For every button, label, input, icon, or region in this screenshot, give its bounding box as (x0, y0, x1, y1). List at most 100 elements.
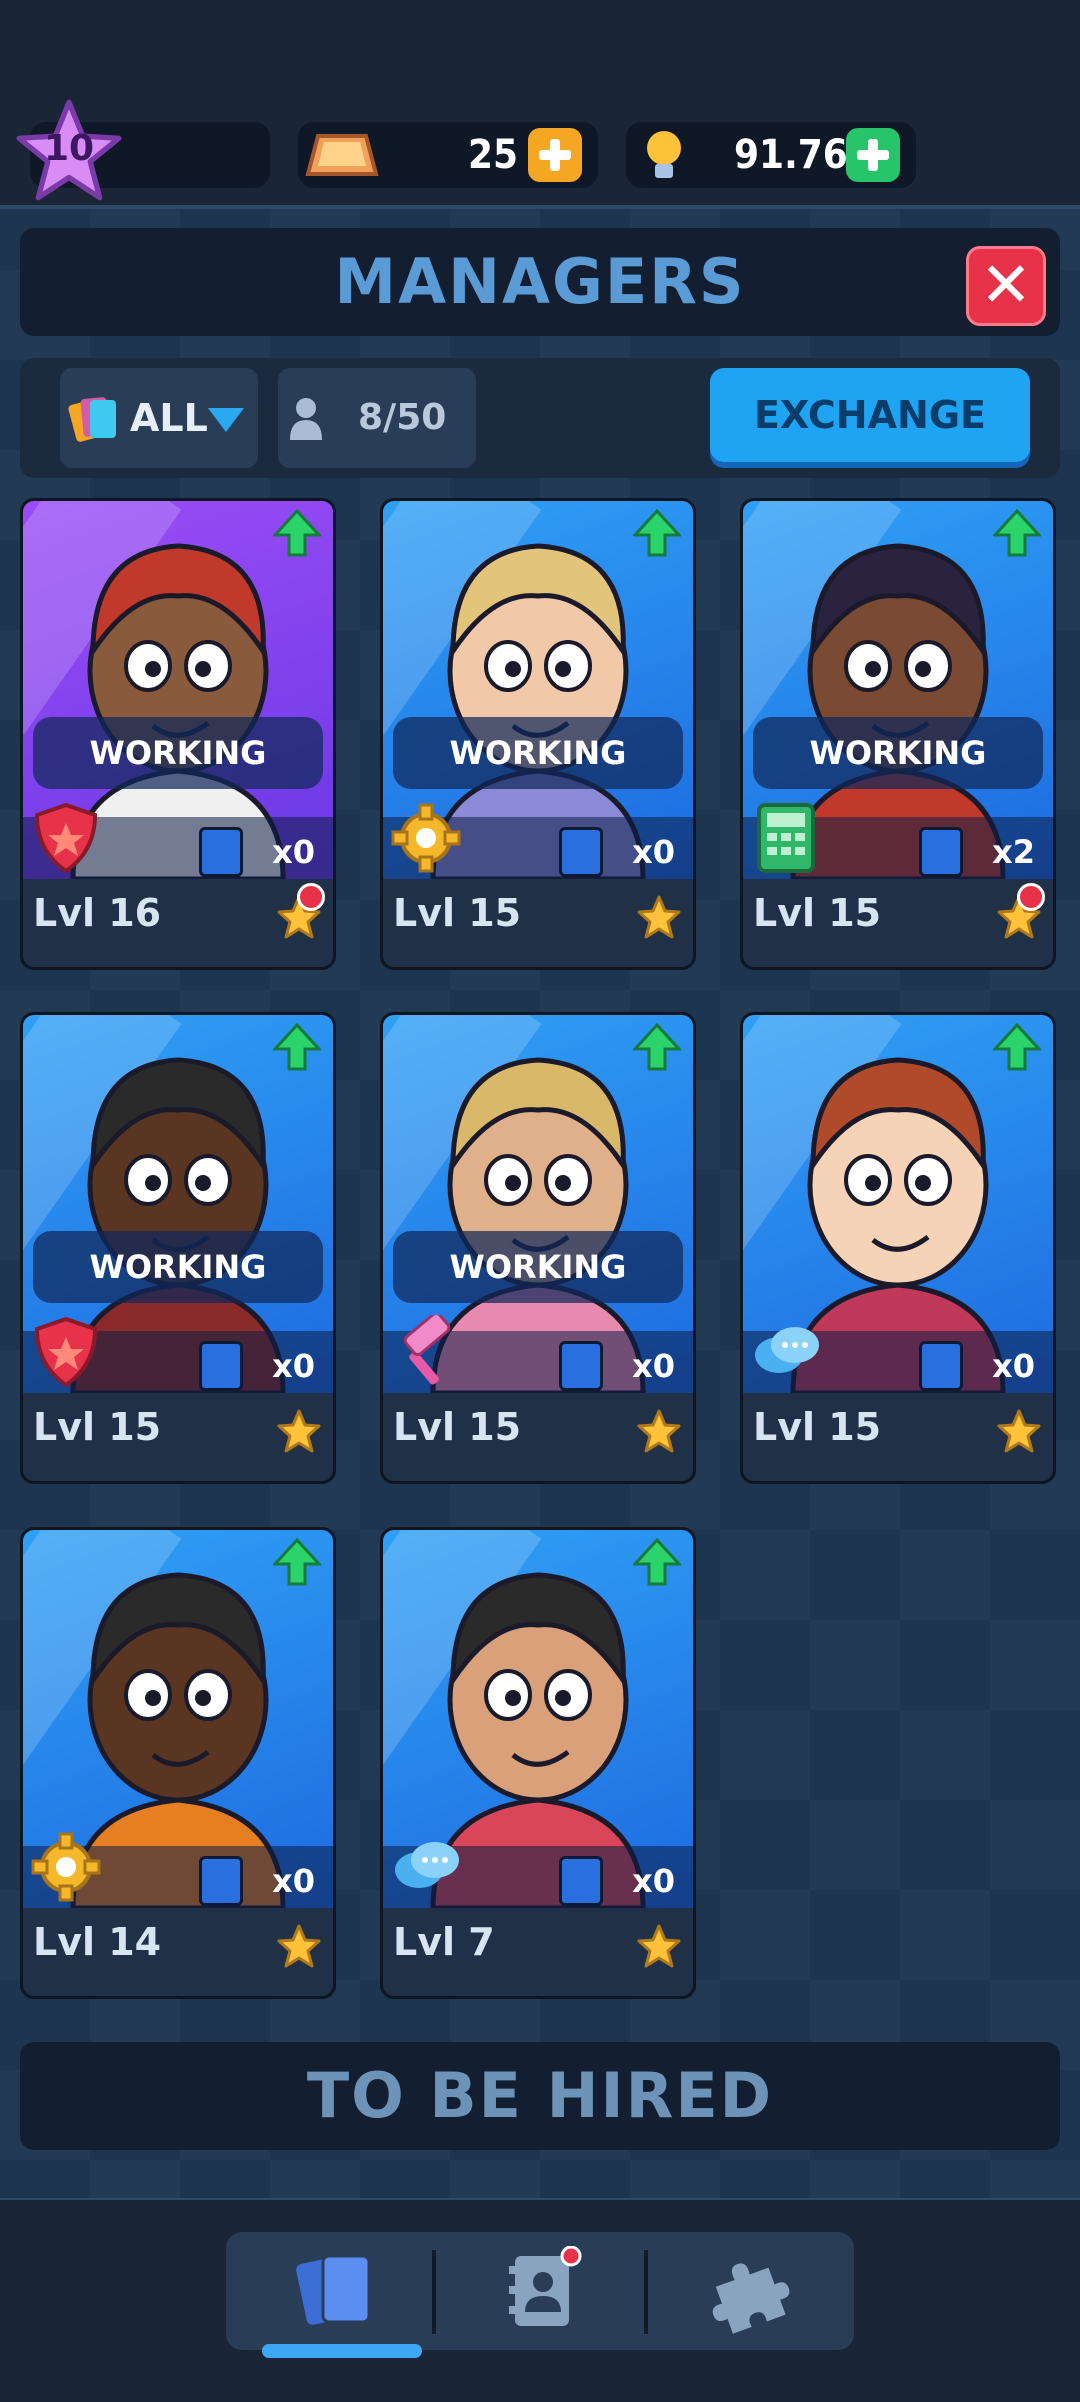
upgrade-arrow-icon[interactable] (273, 1538, 321, 1586)
manager-card[interactable]: x0 Lvl 7 (380, 1527, 696, 1999)
tab-group (226, 2232, 854, 2358)
notification-dot (560, 2246, 582, 2267)
chevron-down-icon (208, 408, 244, 432)
upgrade-arrow-icon[interactable] (273, 509, 321, 557)
star-icon (277, 1409, 321, 1453)
manager-portrait: WORKING x0 (383, 501, 693, 936)
manager-copies: x0 (632, 1347, 675, 1385)
mini-portrait-icon (919, 1341, 963, 1391)
mini-portrait-icon (199, 1341, 243, 1391)
to-be-hired-title: TO BE HIRED (306, 2059, 774, 2132)
upgrade-arrow-icon[interactable] (633, 1538, 681, 1586)
upgrade-arrow-icon[interactable] (633, 509, 681, 557)
gear-icon (391, 803, 461, 873)
star-icon (277, 1924, 321, 1968)
tab-contacts[interactable] (446, 2232, 636, 2350)
manager-portrait: WORKING x0 (23, 501, 333, 936)
shield-icon (34, 1316, 98, 1388)
manager-portrait: WORKING x0 (383, 1015, 693, 1450)
manager-copies: x0 (992, 1347, 1035, 1385)
cards-tab-icon (296, 2254, 371, 2325)
manager-level: Lvl 15 (393, 1405, 522, 1449)
mini-portrait-icon (559, 1856, 603, 1906)
manager-copies: x2 (992, 833, 1035, 871)
manager-copies: x0 (632, 1862, 675, 1900)
gear-icon (31, 1832, 101, 1902)
manager-level: Lvl 15 (753, 1405, 882, 1449)
mini-portrait-icon (559, 1341, 603, 1391)
upgrade-arrow-icon[interactable] (993, 509, 1041, 557)
manager-card[interactable]: WORKING x0 Lvl 16 (20, 498, 336, 970)
manager-count: 8/50 (278, 368, 476, 468)
manager-card[interactable]: WORKING x0 Lvl 15 (380, 498, 696, 970)
calculator-icon (757, 803, 815, 873)
manager-level: Lvl 15 (753, 891, 882, 935)
manager-card[interactable]: WORKING x0 Lvl 15 (20, 1012, 336, 1484)
manager-copies: x0 (272, 833, 315, 871)
tab-cards[interactable] (240, 2232, 430, 2358)
cards-filter-icon (68, 397, 116, 442)
notification-dot (1017, 883, 1045, 911)
puzzle-tab-icon (712, 2263, 790, 2334)
manager-portrait: x0 (743, 1015, 1053, 1450)
upgrade-arrow-icon[interactable] (273, 1023, 321, 1071)
active-tab-indicator (262, 2344, 422, 2358)
manager-card[interactable]: WORKING x2 Lvl 15 (740, 498, 1056, 970)
person-icon (290, 398, 322, 440)
manager-level: Lvl 16 (33, 891, 162, 935)
close-button[interactable]: ✕ (966, 246, 1046, 326)
tab-puzzle[interactable] (654, 2232, 844, 2350)
star-icon (637, 1924, 681, 1968)
contacts-tab-icon (509, 2246, 582, 2326)
upgrade-arrow-icon[interactable] (993, 1023, 1041, 1071)
add-ideas-button[interactable] (846, 128, 900, 182)
manager-copies: x0 (272, 1862, 315, 1900)
working-status: WORKING (753, 717, 1043, 789)
chat-icon (755, 1327, 819, 1373)
gold-bar-icon (305, 134, 379, 176)
working-status: WORKING (33, 717, 323, 789)
hammer-icon (403, 1315, 451, 1385)
manager-portrait: x0 (383, 1530, 693, 1965)
ideas-pill: 91.768 (626, 122, 916, 188)
filter-label: ALL (130, 396, 208, 440)
working-status: WORKING (393, 1231, 683, 1303)
shield-icon (34, 802, 98, 874)
exchange-button[interactable]: EXCHANGE (710, 368, 1030, 462)
add-gold-button[interactable] (528, 128, 582, 182)
mini-portrait-icon (919, 827, 963, 877)
tab-divider (432, 2250, 436, 2334)
manager-count-value: 8/50 (358, 397, 447, 438)
star-icon (637, 1409, 681, 1453)
gold-amount: 25 (468, 132, 519, 178)
manager-portrait: WORKING x2 (743, 501, 1053, 936)
filter-dropdown[interactable]: ALL (60, 368, 258, 468)
page-title: MANAGERS (334, 245, 746, 318)
manager-card[interactable]: x0 Lvl 14 (20, 1527, 336, 1999)
chat-icon (395, 1842, 459, 1888)
to-be-hired-header: TO BE HIRED (20, 2042, 1060, 2150)
manager-level: Lvl 14 (33, 1920, 162, 1964)
upgrade-arrow-icon[interactable] (633, 1023, 681, 1071)
star-icon (997, 1409, 1041, 1453)
player-level: 10 (43, 128, 95, 169)
mini-portrait-icon (559, 827, 603, 877)
working-status: WORKING (33, 1231, 323, 1303)
filter-row: ALL 8/50 EXCHANGE (20, 358, 1060, 478)
manager-portrait: x0 (23, 1530, 333, 1965)
mini-portrait-icon (199, 827, 243, 877)
manager-card[interactable]: WORKING x0 Lvl 15 (380, 1012, 696, 1484)
gold-pill: 25 (298, 122, 598, 188)
manager-card[interactable]: x0 Lvl 15 (740, 1012, 1056, 1484)
mini-portrait-icon (199, 1856, 243, 1906)
working-status: WORKING (393, 717, 683, 789)
star-icon (637, 895, 681, 939)
bottom-navigation (0, 2198, 1080, 2402)
manager-level: Lvl 15 (393, 891, 522, 935)
manager-portrait: WORKING x0 (23, 1015, 333, 1450)
lightbulb-icon (647, 131, 681, 178)
manager-copies: x0 (272, 1347, 315, 1385)
notification-dot (297, 883, 325, 911)
managers-header: MANAGERS ✕ (20, 228, 1060, 336)
tab-divider (644, 2250, 648, 2334)
